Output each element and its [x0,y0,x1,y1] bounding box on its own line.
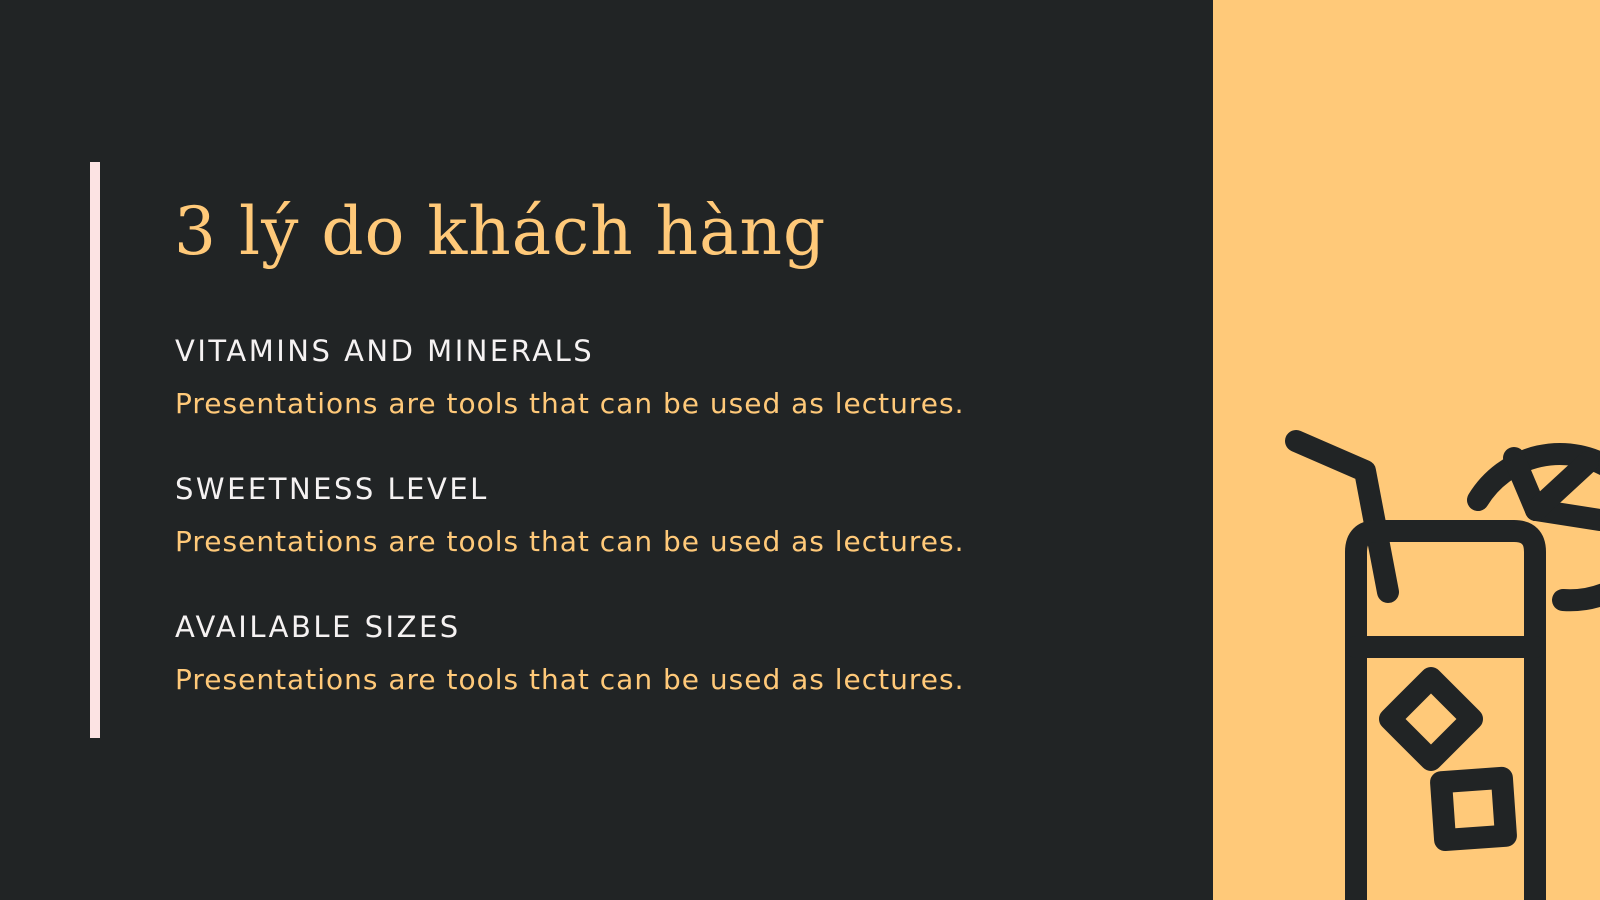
reason-heading: SWEETNESS LEVEL [175,472,489,506]
slide: 3 lý do khách hàng VITAMINS AND MINERALS… [0,0,1600,900]
reason-item: AVAILABLE SIZES Presentations are tools … [175,608,965,746]
accent-bar [90,162,100,738]
reason-text: Presentations are tools that can be used… [175,663,965,696]
reasons-list: VITAMINS AND MINERALS Presentations are … [175,332,965,746]
reason-text: Presentations are tools that can be used… [175,525,965,558]
drink-glass-icon [1285,430,1600,900]
reason-text: Presentations are tools that can be used… [175,387,965,420]
slide-title: 3 lý do khách hàng [174,193,827,270]
reason-heading: VITAMINS AND MINERALS [175,334,595,368]
reason-heading: AVAILABLE SIZES [175,610,461,644]
reason-item: SWEETNESS LEVEL Presentations are tools … [175,470,965,608]
content-panel: 3 lý do khách hàng VITAMINS AND MINERALS… [0,0,1213,900]
illustration-panel [1213,0,1600,900]
reason-item: VITAMINS AND MINERALS Presentations are … [175,332,965,470]
